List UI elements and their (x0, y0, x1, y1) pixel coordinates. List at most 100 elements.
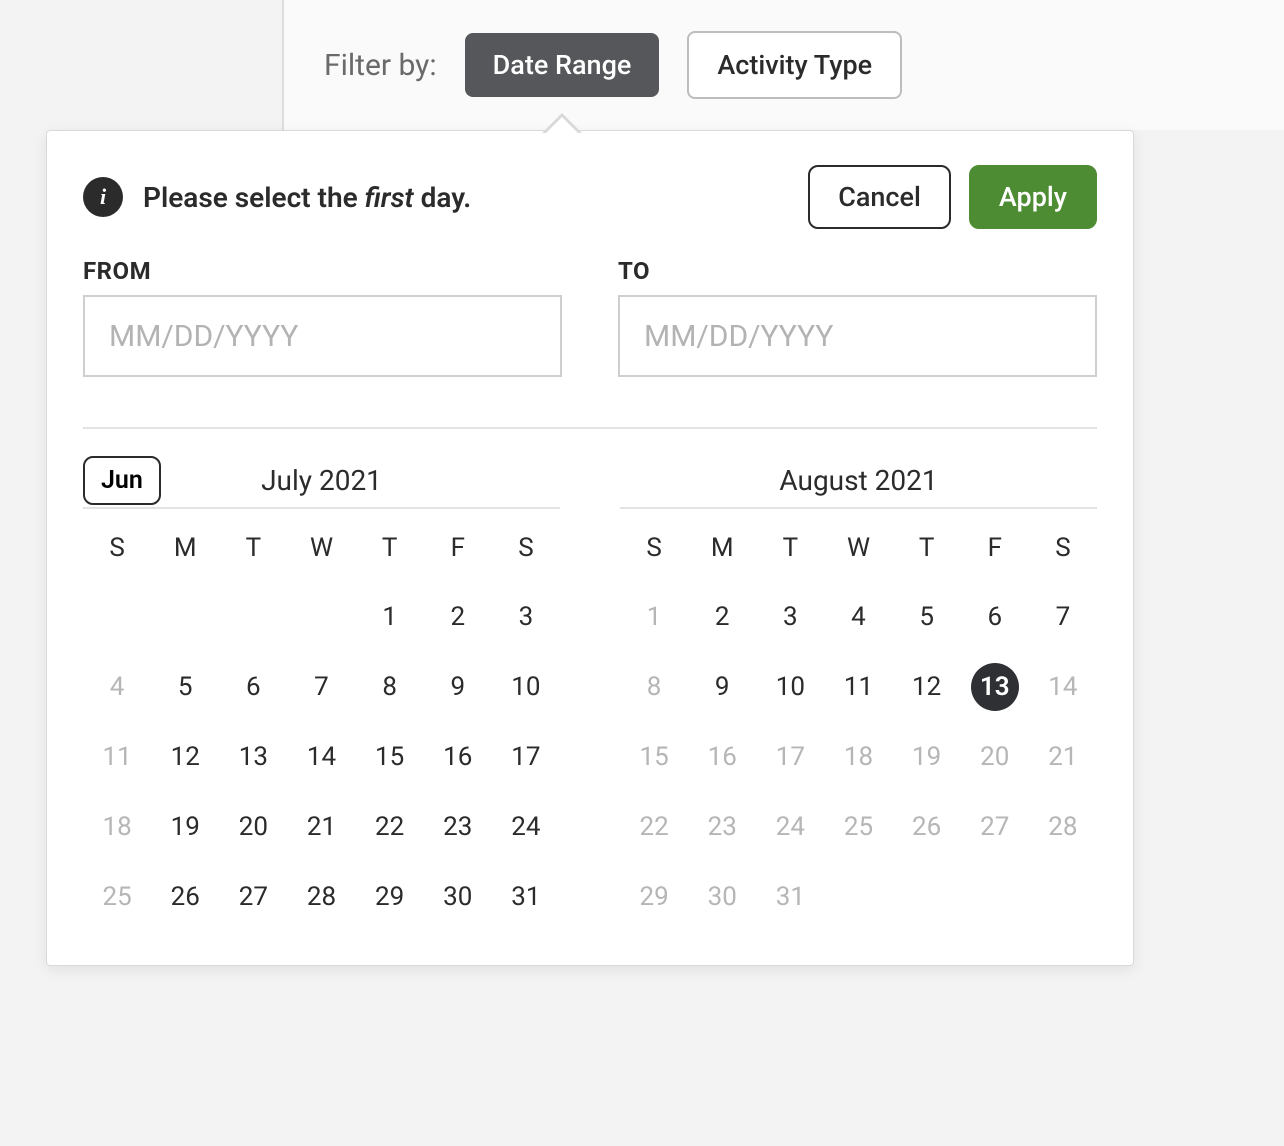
apply-button[interactable]: Apply (969, 165, 1097, 229)
hint-text: Please select the first day. (143, 181, 471, 214)
calendar-day[interactable]: 31 (492, 873, 560, 921)
calendar-day[interactable]: 23 (688, 803, 756, 851)
calendar-day-empty (893, 873, 961, 921)
day-of-week-header: W (287, 533, 355, 571)
popover-header: i Please select the first day. Cancel Ap… (83, 165, 1097, 229)
calendar-day[interactable]: 3 (492, 593, 560, 641)
day-of-week-header: M (688, 533, 756, 571)
calendar-day-empty (287, 593, 355, 641)
calendar-day[interactable]: 19 (893, 733, 961, 781)
day-of-week-header: S (1029, 533, 1097, 571)
calendar-day-empty (83, 593, 151, 641)
calendar-day-empty (151, 593, 219, 641)
calendar-day[interactable]: 2 (424, 593, 492, 641)
calendar-day[interactable]: 18 (83, 803, 151, 851)
date-inputs-row: FROM TO (83, 257, 1097, 377)
calendar-left-title: July 2021 (261, 464, 382, 497)
calendar-day[interactable]: 22 (356, 803, 424, 851)
calendar-day[interactable]: 11 (824, 663, 892, 711)
from-label: FROM (83, 257, 562, 285)
to-date-input[interactable] (618, 295, 1097, 377)
divider (83, 427, 1097, 429)
calendar-day[interactable]: 2 (688, 593, 756, 641)
cancel-button[interactable]: Cancel (808, 165, 951, 229)
calendar-right-title: August 2021 (779, 464, 937, 497)
calendar-day[interactable]: 23 (424, 803, 492, 851)
calendar-day[interactable]: 17 (492, 733, 560, 781)
calendar-day[interactable]: 30 (688, 873, 756, 921)
calendar-day[interactable]: 10 (756, 663, 824, 711)
calendar-day[interactable]: 20 (961, 733, 1029, 781)
calendar-day[interactable]: 14 (287, 733, 355, 781)
calendar-day[interactable]: 10 (492, 663, 560, 711)
day-of-week-header: S (492, 533, 560, 571)
calendar-day[interactable]: 9 (424, 663, 492, 711)
calendar-day[interactable]: 4 (83, 663, 151, 711)
calendar-day[interactable]: 5 (893, 593, 961, 641)
calendar-day[interactable]: 6 (219, 663, 287, 711)
day-of-week-header: T (756, 533, 824, 571)
calendar-day[interactable]: 14 (1029, 663, 1097, 711)
calendar-day[interactable]: 16 (424, 733, 492, 781)
calendar-day[interactable]: 24 (492, 803, 560, 851)
calendars-row: Jun July 2021 SMTWTFS1234567891011121314… (83, 453, 1097, 921)
calendar-day[interactable]: 26 (893, 803, 961, 851)
filter-activity-type-button[interactable]: Activity Type (687, 31, 902, 99)
from-date-input[interactable] (83, 295, 562, 377)
calendar-day[interactable]: 17 (756, 733, 824, 781)
day-of-week-header: F (424, 533, 492, 571)
calendar-day[interactable]: 9 (688, 663, 756, 711)
calendar-day[interactable]: 22 (620, 803, 688, 851)
calendar-right: August 2021 SMTWTFS123456789101112131415… (620, 453, 1097, 921)
prev-month-button[interactable]: Jun (83, 456, 161, 505)
calendar-day[interactable]: 6 (961, 593, 1029, 641)
day-of-week-header: W (824, 533, 892, 571)
day-of-week-header: M (151, 533, 219, 571)
calendar-day[interactable]: 19 (151, 803, 219, 851)
calendar-day[interactable]: 26 (151, 873, 219, 921)
calendar-day[interactable]: 12 (893, 663, 961, 711)
calendar-day[interactable]: 29 (356, 873, 424, 921)
calendar-day[interactable]: 21 (287, 803, 355, 851)
calendar-day[interactable]: 25 (83, 873, 151, 921)
calendar-day[interactable]: 21 (1029, 733, 1097, 781)
calendar-day[interactable]: 20 (219, 803, 287, 851)
date-range-popover: i Please select the first day. Cancel Ap… (46, 130, 1134, 966)
calendar-day[interactable]: 8 (620, 663, 688, 711)
to-label: TO (618, 257, 1097, 285)
day-of-week-header: S (620, 533, 688, 571)
calendar-day[interactable]: 7 (1029, 593, 1097, 641)
calendar-day[interactable]: 31 (756, 873, 824, 921)
calendar-day[interactable]: 3 (756, 593, 824, 641)
day-of-week-header: S (83, 533, 151, 571)
calendar-day[interactable]: 11 (83, 733, 151, 781)
calendar-day[interactable]: 27 (961, 803, 1029, 851)
calendar-day[interactable]: 29 (620, 873, 688, 921)
calendar-day[interactable]: 13 (219, 733, 287, 781)
calendar-day[interactable]: 24 (756, 803, 824, 851)
info-icon: i (83, 177, 123, 217)
calendar-day[interactable]: 7 (287, 663, 355, 711)
calendar-day[interactable]: 15 (356, 733, 424, 781)
calendar-day[interactable]: 27 (219, 873, 287, 921)
day-of-week-header: T (356, 533, 424, 571)
calendar-day[interactable]: 25 (824, 803, 892, 851)
calendar-day[interactable]: 13 (971, 663, 1019, 711)
calendar-day[interactable]: 28 (287, 873, 355, 921)
calendar-day[interactable]: 15 (620, 733, 688, 781)
filter-by-label: Filter by: (324, 48, 437, 83)
calendar-day[interactable]: 1 (620, 593, 688, 641)
filter-date-range-button[interactable]: Date Range (465, 33, 660, 97)
calendar-day[interactable]: 1 (356, 593, 424, 641)
day-of-week-header: T (219, 533, 287, 571)
calendar-left: Jun July 2021 SMTWTFS1234567891011121314… (83, 453, 560, 921)
calendar-day[interactable]: 18 (824, 733, 892, 781)
calendar-day[interactable]: 30 (424, 873, 492, 921)
calendar-day[interactable]: 12 (151, 733, 219, 781)
calendar-day[interactable]: 4 (824, 593, 892, 641)
calendar-day[interactable]: 5 (151, 663, 219, 711)
day-of-week-header: F (961, 533, 1029, 571)
calendar-day[interactable]: 8 (356, 663, 424, 711)
calendar-day[interactable]: 28 (1029, 803, 1097, 851)
calendar-day[interactable]: 16 (688, 733, 756, 781)
